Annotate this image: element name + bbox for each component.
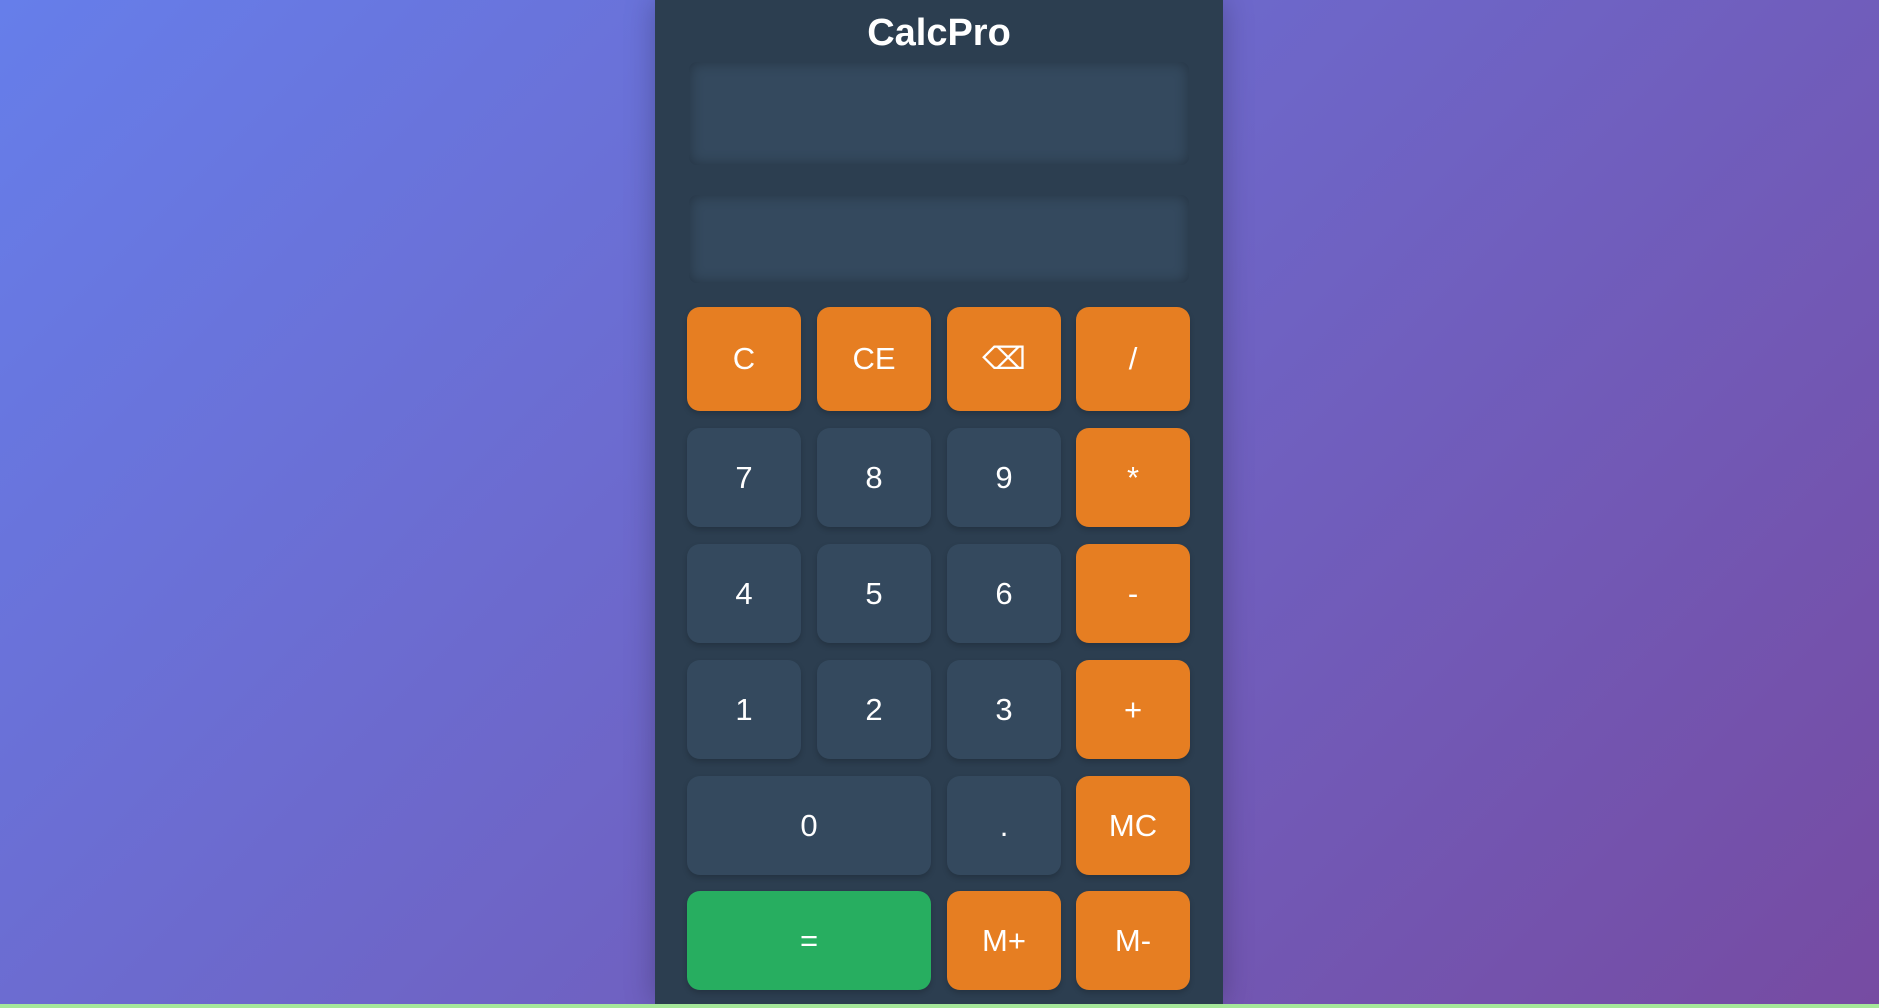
backspace-icon: ⌫ [982, 341, 1026, 376]
digit-9-button[interactable]: 9 [947, 428, 1061, 527]
digit-8-button[interactable]: 8 [817, 428, 931, 527]
digit-5-button[interactable]: 5 [817, 544, 931, 643]
calculator-panel: CalcPro C CE ⌫ / 7 8 9 * 4 5 6 - 1 2 3 +… [655, 0, 1223, 1004]
digit-1-button[interactable]: 1 [687, 660, 801, 759]
digit-2-button[interactable]: 2 [817, 660, 931, 759]
add-button[interactable]: + [1076, 660, 1190, 759]
digit-7-button[interactable]: 7 [687, 428, 801, 527]
digit-4-button[interactable]: 4 [687, 544, 801, 643]
equals-button[interactable]: = [687, 891, 931, 990]
multiply-button[interactable]: * [1076, 428, 1190, 527]
divide-button[interactable]: / [1076, 307, 1190, 411]
memory-clear-button[interactable]: MC [1076, 776, 1190, 875]
clear-button[interactable]: C [687, 307, 801, 411]
digit-0-button[interactable]: 0 [687, 776, 931, 875]
app-title: CalcPro [867, 12, 1011, 54]
clear-entry-button[interactable]: CE [817, 307, 931, 411]
bottom-edge-strip [0, 1004, 1879, 1008]
memory-add-button[interactable]: M+ [947, 891, 1061, 990]
expression-display [689, 62, 1189, 165]
backspace-button[interactable]: ⌫ [947, 307, 1061, 411]
memory-subtract-button[interactable]: M- [1076, 891, 1190, 990]
decimal-button[interactable]: . [947, 776, 1061, 875]
result-display [689, 195, 1189, 283]
digit-6-button[interactable]: 6 [947, 544, 1061, 643]
subtract-button[interactable]: - [1076, 544, 1190, 643]
digit-3-button[interactable]: 3 [947, 660, 1061, 759]
